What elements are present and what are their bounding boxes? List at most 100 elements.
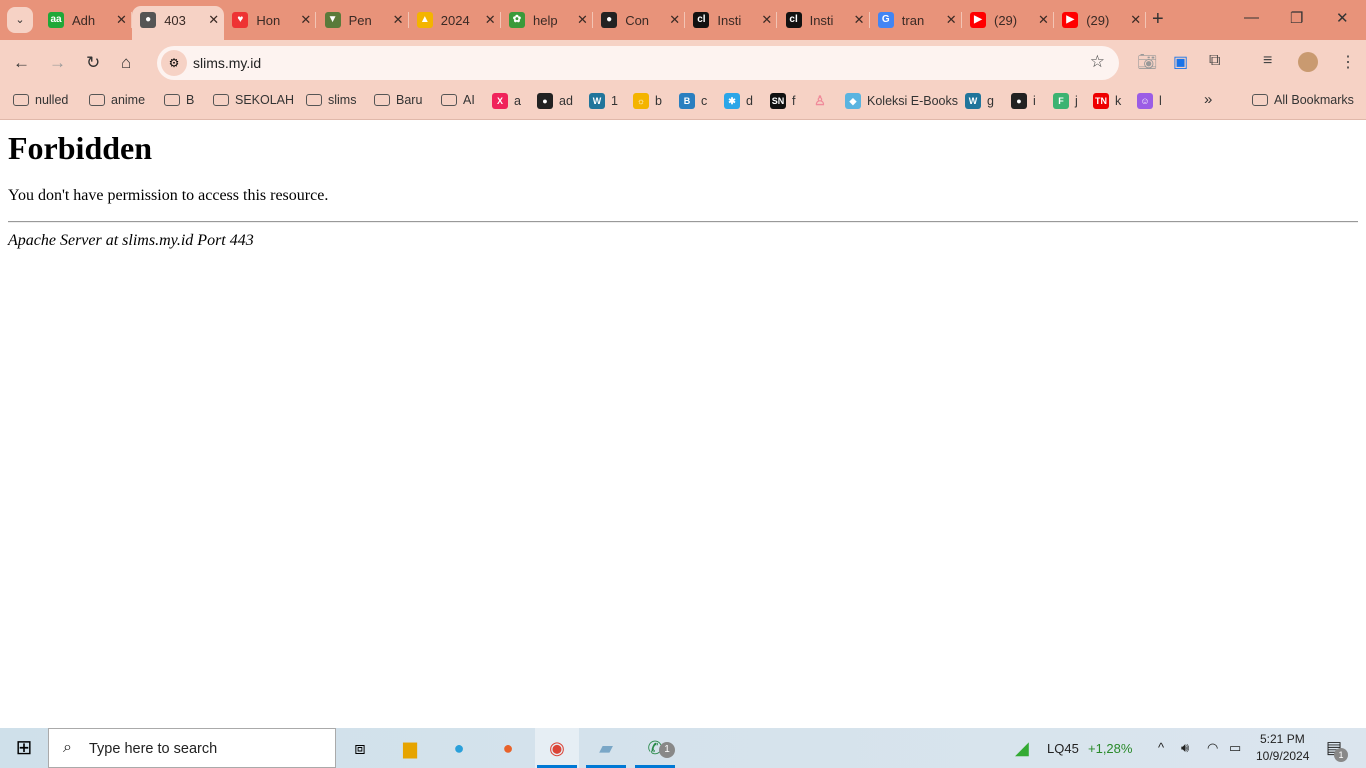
forward-button[interactable]: →: [49, 53, 66, 73]
home-button[interactable]: ⌂: [121, 53, 131, 73]
tab[interactable]: ▶ (29) ✕: [962, 6, 1054, 34]
close-tab-icon[interactable]: ✕: [393, 12, 404, 28]
volume-icon[interactable]: 🔊︎: [1181, 740, 1189, 756]
reload-button[interactable]: ↻: [86, 53, 100, 73]
close-tab-icon[interactable]: ✕: [485, 12, 496, 28]
more-bookmarks-icon[interactable]: »: [1204, 91, 1212, 108]
bookmark-item[interactable]: slims: [306, 93, 356, 107]
taskbar: ⊞ ⌕ Type here to search ⧈ ▆ ● ● ◉ ▰ ✆ 1 ◢ …: [0, 728, 1366, 768]
camera-icon[interactable]: 📷︎: [1137, 52, 1157, 72]
bookmark-item[interactable]: Bc: [679, 93, 707, 109]
bookmark-item[interactable]: ● i: [1011, 93, 1036, 109]
telegram-icon[interactable]: ●: [437, 728, 481, 768]
bookmark-item[interactable]: Wg: [965, 93, 994, 109]
tab[interactable]: ✿ help ✕: [501, 6, 593, 34]
close-tab-icon[interactable]: ✕: [1130, 12, 1141, 28]
wifi-icon[interactable]: ◠: [1207, 740, 1218, 756]
media-control-icon[interactable]: ≡: [1263, 52, 1272, 70]
show-hidden-icons[interactable]: ^: [1158, 740, 1164, 755]
close-tab-icon[interactable]: ✕: [300, 12, 311, 28]
tab[interactable]: aa Adh ✕: [40, 6, 132, 34]
bookmark-label: nulled: [35, 93, 69, 107]
bookmark-item[interactable]: Xa: [492, 93, 521, 109]
google-drive-icon: ▲: [416, 12, 433, 28]
file-explorer-icon[interactable]: ▆: [388, 728, 432, 768]
bookmark-item[interactable]: nulled: [13, 93, 68, 107]
folder-icon: [164, 94, 180, 106]
tab[interactable]: ♥ Hon ✕: [224, 6, 317, 34]
clock-date[interactable]: 10/9/2024: [1256, 749, 1309, 763]
screen-capture-icon[interactable]: ▣: [1173, 52, 1188, 72]
close-tab-icon[interactable]: ✕: [116, 12, 127, 28]
close-tab-icon[interactable]: ✕: [1038, 12, 1049, 28]
bookmark-item[interactable]: ♙: [812, 93, 834, 109]
minimize-button[interactable]: —: [1244, 9, 1259, 26]
bookmark-item[interactable]: ◆ Koleksi E-Books: [845, 93, 958, 109]
tab-title: (29): [1086, 12, 1110, 28]
tab[interactable]: ▼ Pen ✕: [317, 6, 409, 34]
firefox-icon[interactable]: ●: [486, 728, 530, 768]
clock-time[interactable]: 5:21 PM: [1260, 732, 1305, 746]
bookmark-item[interactable]: Fj: [1053, 93, 1078, 109]
back-button[interactable]: ←: [13, 53, 30, 73]
close-tab-icon[interactable]: ✕: [577, 12, 588, 28]
bookmark-item[interactable]: B: [164, 93, 194, 107]
close-tab-icon[interactable]: ✕: [946, 12, 957, 28]
all-bookmarks-button[interactable]: All Bookmarks: [1252, 93, 1354, 107]
bookmark-favicon-icon: W: [589, 93, 605, 109]
bookmark-item[interactable]: Baru: [374, 93, 422, 107]
notification-center-icon[interactable]: ▤ 1: [1326, 738, 1348, 762]
bookmark-label: B: [186, 93, 195, 107]
task-view-icon[interactable]: ⧈: [338, 728, 382, 768]
notes-app-icon[interactable]: ▰: [584, 728, 628, 768]
restore-button[interactable]: ❐: [1290, 9, 1303, 27]
taskbar-search-box[interactable]: ⌕ Type here to search: [48, 728, 336, 768]
stock-chart-icon: ◢: [1015, 738, 1029, 758]
bookmark-label: anime: [111, 93, 146, 107]
stock-name[interactable]: LQ45: [1047, 741, 1079, 756]
folder-icon: [213, 94, 229, 106]
bookmark-item[interactable]: anime: [89, 93, 145, 107]
bookmark-item[interactable]: SN f: [770, 93, 795, 109]
site-info-icon[interactable]: ⚙: [161, 50, 187, 76]
bookmark-item[interactable]: TN k: [1093, 93, 1121, 109]
bookmark-item[interactable]: ☺ l: [1137, 93, 1162, 109]
close-tab-icon[interactable]: ✕: [208, 12, 219, 28]
bookmark-favicon-icon: ●: [537, 93, 553, 109]
chrome-icon[interactable]: ◉: [535, 728, 579, 768]
bookmark-label: g: [987, 94, 994, 108]
url-text[interactable]: slims.my.id: [193, 55, 261, 71]
bookmark-star-icon[interactable]: ☆: [1090, 52, 1105, 72]
profile-avatar[interactable]: [1298, 52, 1318, 72]
close-window-button[interactable]: ✕: [1336, 9, 1349, 27]
bookmark-item[interactable]: ✱ d: [724, 93, 753, 109]
windows-start-icon[interactable]: ⊞: [2, 728, 46, 768]
stock-change[interactable]: +1,28%: [1088, 741, 1132, 756]
bookmark-label: c: [701, 94, 708, 108]
tab[interactable]: Gtran ✕: [870, 6, 962, 34]
new-tab-button[interactable]: +: [1152, 8, 1164, 31]
bookmark-item[interactable]: AI: [441, 93, 475, 107]
bookmark-item[interactable]: W1: [589, 93, 618, 109]
address-bar[interactable]: ⚙ slims.my.id ☆: [157, 46, 1119, 80]
bookmark-item[interactable]: ☼ b: [633, 93, 662, 109]
extensions-icon[interactable]: ⧉: [1209, 52, 1220, 70]
close-tab-icon[interactable]: ✕: [761, 12, 772, 28]
tab[interactable]: cl Insti ✕: [685, 6, 778, 34]
tab[interactable]: cl Insti ✕: [778, 6, 870, 34]
whatsapp-icon[interactable]: ✆ 1: [633, 728, 677, 768]
tab-search-button[interactable]: ⌄: [7, 7, 33, 33]
bookmark-label: d: [746, 94, 753, 108]
tab[interactable]: ▶ (29) ✕: [1054, 6, 1147, 34]
bookmark-item[interactable]: SEKOLAH: [213, 93, 294, 107]
cl-icon: cl: [785, 12, 802, 28]
tab[interactable]: ● 403 ✕: [132, 6, 225, 40]
tab-title: Hon: [256, 12, 281, 28]
tab[interactable]: ● Con ✕: [593, 6, 686, 34]
menu-icon[interactable]: ⋮: [1340, 52, 1356, 72]
battery-icon[interactable]: ▭: [1229, 740, 1241, 756]
close-tab-icon[interactable]: ✕: [669, 12, 680, 28]
bookmark-item[interactable]: ● ad: [537, 93, 573, 109]
close-tab-icon[interactable]: ✕: [854, 12, 865, 28]
tab[interactable]: ▲ 2024 ✕: [409, 6, 501, 34]
